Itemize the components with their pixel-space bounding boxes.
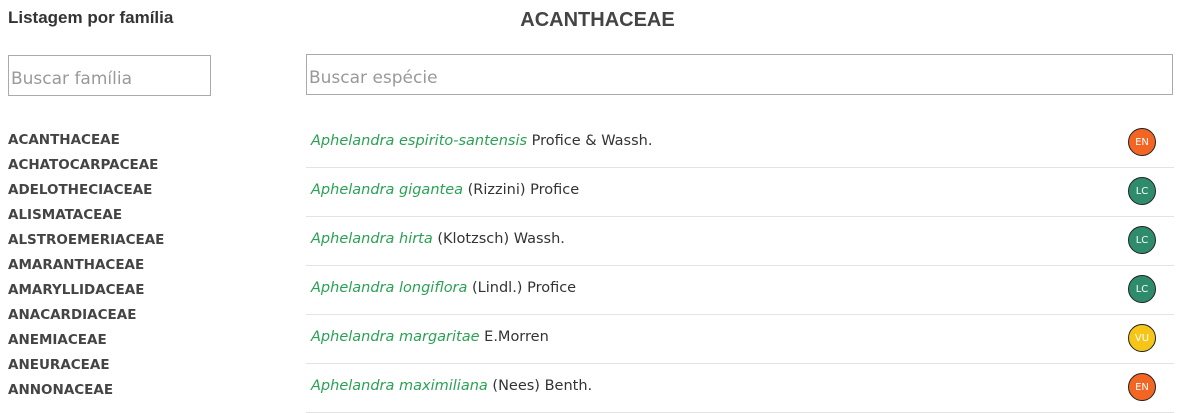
species-link[interactable]: Aphelandra espirito-santensis Profice & …	[311, 133, 652, 149]
conservation-status-badge[interactable]: EN	[1128, 128, 1156, 156]
species-scientific-name: Aphelandra maximiliana	[311, 378, 488, 394]
species-scientific-name: Aphelandra hirta	[311, 231, 433, 247]
species-row: Aphelandra margaritae E.Morren VU	[306, 315, 1174, 364]
family-item[interactable]: ANACARDIACEAE	[8, 305, 164, 330]
family-item[interactable]: ACHATOCARPACEAE	[8, 155, 164, 180]
family-item[interactable]: AMARANTHACEAE	[8, 255, 164, 280]
species-row: Aphelandra maximiliana (Nees) Benth. EN	[306, 364, 1174, 413]
species-author: (Rizzini) Profice	[467, 182, 580, 198]
conservation-status-badge[interactable]: VU	[1128, 324, 1156, 352]
species-row: Aphelandra hirta (Klotzsch) Wassh. LC	[306, 217, 1174, 266]
species-scientific-name: Aphelandra margaritae	[311, 329, 480, 345]
page-title: ACANTHACEAE	[520, 9, 675, 31]
sidebar-title: Listagem por família	[8, 8, 174, 27]
species-row: Aphelandra espirito-santensis Profice & …	[306, 119, 1174, 168]
species-author: Profice & Wassh.	[531, 133, 653, 149]
species-scientific-name: Aphelandra gigantea	[311, 182, 464, 198]
family-item[interactable]: ADELOTHECIACEAE	[8, 180, 164, 205]
species-scientific-name: Aphelandra espirito-santensis	[311, 133, 528, 149]
family-item[interactable]: ACANTHACEAE	[8, 130, 164, 155]
species-row: Aphelandra longiflora (Lindl.) Profice L…	[306, 266, 1174, 315]
species-link[interactable]: Aphelandra gigantea (Rizzini) Profice	[311, 182, 579, 198]
family-item[interactable]: ANNONACEAE	[8, 380, 164, 405]
species-scientific-name: Aphelandra longiflora	[311, 280, 468, 296]
family-list: ACANTHACEAE ACHATOCARPACEAE ADELOTHECIAC…	[8, 130, 164, 405]
species-author: E.Morren	[484, 329, 549, 345]
family-search-input[interactable]	[8, 55, 211, 96]
species-author: (Klotzsch) Wassh.	[437, 231, 565, 247]
conservation-status-badge[interactable]: LC	[1128, 275, 1156, 303]
species-link[interactable]: Aphelandra hirta (Klotzsch) Wassh.	[311, 231, 565, 247]
conservation-status-badge[interactable]: EN	[1128, 373, 1156, 401]
conservation-status-badge[interactable]: LC	[1128, 226, 1156, 254]
family-item[interactable]: ALSTROEMERIACEAE	[8, 230, 164, 255]
species-link[interactable]: Aphelandra maximiliana (Nees) Benth.	[311, 378, 592, 394]
family-item[interactable]: ANEMIACEAE	[8, 330, 164, 355]
family-item[interactable]: ANEURACEAE	[8, 355, 164, 380]
species-search-input[interactable]	[306, 54, 1173, 95]
family-item[interactable]: AMARYLLIDACEAE	[8, 280, 164, 305]
family-item[interactable]: ALISMATACEAE	[8, 205, 164, 230]
conservation-status-badge[interactable]: LC	[1128, 177, 1156, 205]
species-author: (Lindl.) Profice	[472, 280, 577, 296]
species-link[interactable]: Aphelandra margaritae E.Morren	[311, 329, 549, 345]
species-author: (Nees) Benth.	[492, 378, 593, 394]
species-list: Aphelandra espirito-santensis Profice & …	[306, 119, 1174, 413]
species-row: Aphelandra gigantea (Rizzini) Profice LC	[306, 168, 1174, 217]
species-link[interactable]: Aphelandra longiflora (Lindl.) Profice	[311, 280, 576, 296]
